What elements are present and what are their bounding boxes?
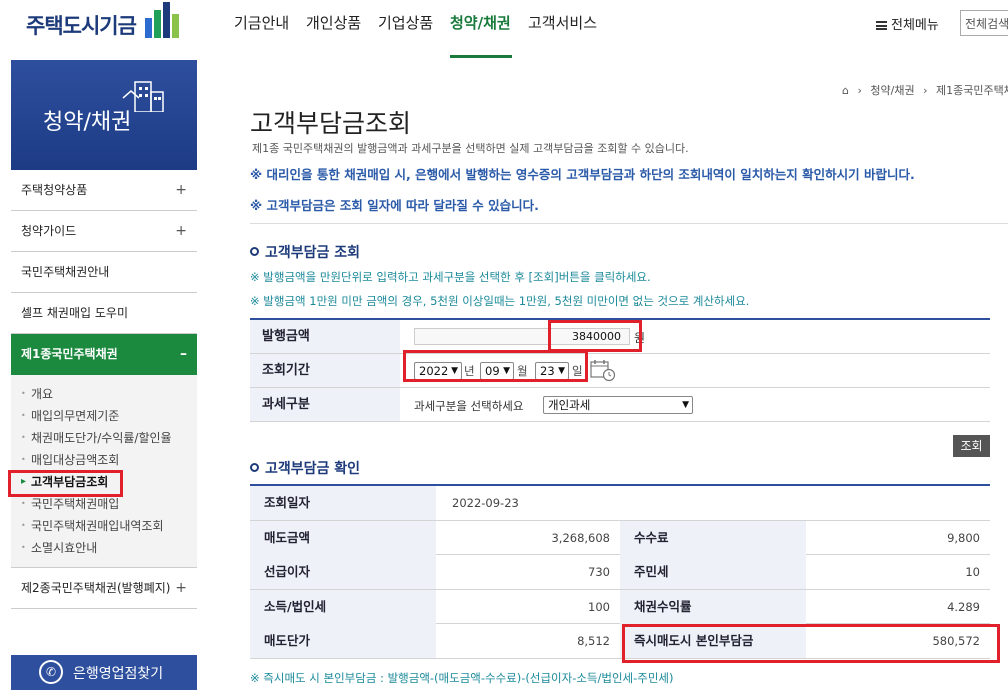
nav-subscription-bond[interactable]: 청약/채권 (450, 12, 511, 33)
row-label: 매도금액 (250, 520, 436, 555)
tax-value: 개인과세 (548, 398, 591, 412)
plus-icon: + (175, 580, 187, 596)
phone-icon: ✆ (39, 660, 63, 684)
tax-select[interactable]: 개인과세 ▼ (543, 396, 693, 414)
row-value: 8,512 (577, 634, 610, 648)
logo-mark-icon (145, 2, 185, 38)
section-title-label: 고객부담금 조회 (265, 245, 361, 261)
bullet-icon (250, 247, 259, 256)
sidebar-item-label: 제1종국민주택채권 (21, 347, 118, 361)
sidebar-item-label: 제2종국민주택채권(발행폐지) (21, 581, 171, 595)
sidebar-title: 청약/채권 (43, 110, 132, 135)
nav-active-indicator (450, 55, 512, 58)
nav-fund-info[interactable]: 기금안내 (234, 12, 289, 33)
sidebar-menu: 주택청약상품 + 청약가이드 + 국민주택채권안내 셀프 채권매입 도우미 제1종국… (11, 170, 197, 609)
nav-corporate[interactable]: 기업상품 (378, 12, 433, 33)
section-title-result: 고객부담금 확인 (250, 458, 360, 478)
nav-customer-service[interactable]: 고객서비스 (528, 12, 597, 33)
amount-label: 발행금액 (250, 320, 400, 353)
row-label: 소득/법인세 (250, 589, 436, 624)
bullet-icon (250, 463, 259, 472)
breadcrumb-item[interactable]: 청약/채권 (870, 84, 914, 97)
sidebar-item-label: 국민주택채권안내 (21, 265, 110, 279)
site-logo[interactable]: 주택도시기금 (26, 10, 137, 40)
form-row-tax: 과세구분 과세구분을 선택하세요 개인과세 ▼ (250, 388, 990, 422)
sidebar-item-type2-bond[interactable]: 제2종국민주택채권(발행폐지) + (11, 568, 197, 609)
table-row: 소득/법인세 100 채권수익률 4.289 (250, 589, 990, 624)
nav-personal[interactable]: 개인상품 (306, 12, 361, 33)
tax-label: 과세구분 (250, 388, 400, 421)
highlight-box (548, 320, 642, 352)
sidebar-item-label: 주택청약상품 (21, 183, 88, 197)
search-input[interactable]: 전체검색 (960, 10, 1008, 36)
hamburger-icon (876, 21, 887, 30)
table-row: 선급이자 730 주민세 10 (250, 555, 990, 590)
guide-text: ※ 발행금액 1만원 미만 금액의 경우, 5천원 이상일때는 1만원, 5천원… (250, 294, 750, 308)
branch-finder-button[interactable]: ✆ 은행영업점찾기 (11, 655, 197, 690)
sub-item-prescription[interactable]: 소멸시효안내 (11, 537, 197, 559)
notice-text: ※ 고객부담금은 조회 일자에 따라 달라질 수 있습니다. (250, 198, 539, 213)
row-label: 매도단가 (250, 624, 436, 658)
sub-item-sale-price[interactable]: 채권매도단가/수익률/할인율 (11, 427, 197, 449)
chevron-down-icon: ▼ (682, 400, 689, 410)
chevron-right-icon: › (923, 84, 928, 97)
sub-item-overview[interactable]: 개요 (11, 383, 197, 405)
query-button[interactable]: 조회 (953, 435, 990, 457)
row-label: 수수료 (620, 520, 806, 555)
section-title-query: 고객부담금 조회 (250, 242, 360, 262)
row-value: 10 (965, 565, 980, 579)
minus-icon: – (180, 346, 187, 362)
notice-text: ※ 대리인을 통한 채권매입 시, 은행에서 발행하는 영수증의 고객부담금과 … (250, 167, 915, 182)
tax-prompt: 과세구분을 선택하세요 (414, 399, 524, 413)
plus-icon: + (175, 223, 187, 239)
form-row-period: 조회기간 2022 ▼ 년 09 ▼ 월 23 ▼ 일 (250, 354, 990, 388)
section-title-label: 고객부담금 확인 (265, 461, 361, 477)
highlight-box (403, 350, 588, 382)
row-label: 채권수익률 (620, 589, 806, 624)
calendar-icon[interactable] (590, 358, 616, 382)
chevron-right-icon: › (857, 84, 862, 97)
main-content: ⌂ › 청약/채권 › 제1종국민주택채 고객부담금조회 제1종 국민주택채권의… (250, 60, 1008, 690)
sidebar-item-self-bond-helper[interactable]: 셀프 채권매입 도우미 (11, 293, 197, 334)
sub-item-amount-lookup[interactable]: 매입대상금액조회 (11, 449, 197, 471)
all-menu-label: 전체메뉴 (891, 18, 939, 33)
sidebar-item-housing-subscription[interactable]: 주택청약상품 + (11, 170, 197, 211)
date-label: 조회일자 (250, 486, 436, 520)
formula-note: ※ 즉시매도 시 본인부담금 : 발행금액-(매도금액-수수료)-(선급이자-소… (250, 671, 674, 685)
table-row: 매도금액 3,268,608 수수료 9,800 (250, 520, 990, 555)
home-icon[interactable]: ⌂ (842, 84, 849, 97)
form-cell: 과세구분을 선택하세요 개인과세 ▼ (400, 388, 990, 421)
breadcrumb: ⌂ › 청약/채권 › 제1종국민주택채 (842, 82, 1008, 98)
row-value: 730 (588, 565, 610, 579)
plus-icon: + (175, 182, 187, 198)
row-label: 선급이자 (250, 555, 436, 589)
table-row: 조회일자 2022-09-23 (250, 486, 990, 521)
row-value: 100 (588, 599, 610, 614)
sub-item-exemption[interactable]: 매입의무면제기준 (11, 405, 197, 427)
date-value: 2022-09-23 (452, 496, 519, 510)
row-value: 9,800 (947, 530, 980, 545)
page-title: 고객부담금조회 (250, 109, 412, 138)
row-value: 4.289 (947, 599, 980, 614)
divider (250, 223, 1008, 224)
all-menu-button[interactable]: 전체메뉴 (876, 14, 939, 33)
sidebar-header: 청약/채권 (11, 60, 197, 170)
form-cell: 3840000 원 (400, 320, 990, 353)
sub-item-purchase-history[interactable]: 국민주택채권매입내역조회 (11, 515, 197, 537)
highlight-box (622, 624, 1000, 663)
breadcrumb-item[interactable]: 제1종국민주택채 (936, 84, 1008, 97)
sidebar-item-label: 청약가이드 (21, 224, 77, 238)
sidebar-item-label: 셀프 채권매입 도우미 (21, 306, 128, 320)
highlight-box (8, 470, 123, 497)
header: 주택도시기금 기금안내 개인상품 기업상품 청약/채권 고객서비스 전체메뉴 전… (0, 0, 1008, 58)
row-value: 3,268,608 (551, 530, 610, 545)
period-label: 조회기간 (250, 354, 400, 387)
branch-finder-label: 은행영업점찾기 (73, 666, 164, 682)
guide-text: ※ 발행금액을 만원단위로 입력하고 과세구분을 선택한 후 [조회]버튼을 클… (250, 270, 651, 284)
page-description: 제1종 국민주택채권의 발행금액과 과세구분을 선택하면 실제 고객부담금을 조… (252, 142, 689, 155)
row-label: 주민세 (620, 555, 806, 589)
sidebar-item-bond-info[interactable]: 국민주택채권안내 (11, 252, 197, 293)
sidebar-item-type1-bond[interactable]: 제1종국민주택채권 – (11, 334, 197, 375)
sidebar-item-subscription-guide[interactable]: 청약가이드 + (11, 211, 197, 252)
